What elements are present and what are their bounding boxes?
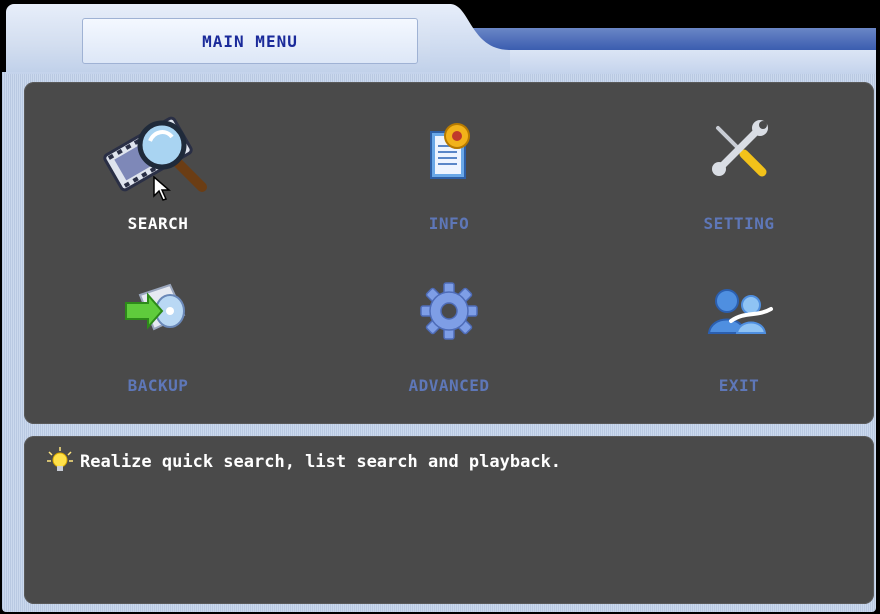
menu-item-label: SETTING [703, 214, 775, 233]
mouse-pointer-icon [153, 176, 171, 201]
menu-item-setting[interactable]: SETTING [649, 94, 829, 244]
menu-item-label: BACKUP [127, 376, 189, 395]
main-menu-panel: SEARCH INFO SETTING BACKUP ADVANCED EXIT [24, 82, 874, 424]
menu-item-exit[interactable]: EXIT [649, 256, 829, 406]
menu-item-search[interactable]: SEARCH [68, 94, 248, 244]
menu-item-label: INFO [428, 214, 470, 233]
menu-item-backup[interactable]: BACKUP [68, 256, 248, 406]
help-text: Realize quick search, list search and pl… [80, 452, 562, 472]
title-bar-band [450, 28, 876, 50]
menu-item-label: SEARCH [127, 214, 189, 233]
menu-item-info[interactable]: INFO [359, 94, 539, 244]
exit-user-icon [679, 256, 799, 366]
help-panel: Realize quick search, list search and pl… [24, 436, 874, 604]
menu-item-advanced[interactable]: ADVANCED [359, 256, 539, 406]
backup-disc-icon [98, 256, 218, 366]
menu-item-label: ADVANCED [408, 376, 490, 395]
lightbulb-icon [47, 447, 73, 471]
title-tab-slope [430, 4, 510, 72]
tools-icon [679, 94, 799, 204]
title-bar: MAIN MENU [0, 0, 880, 74]
info-document-gear-icon [389, 94, 509, 204]
menu-item-label: EXIT [718, 376, 760, 395]
gear-icon [389, 256, 509, 366]
page-title: MAIN MENU [82, 18, 418, 64]
